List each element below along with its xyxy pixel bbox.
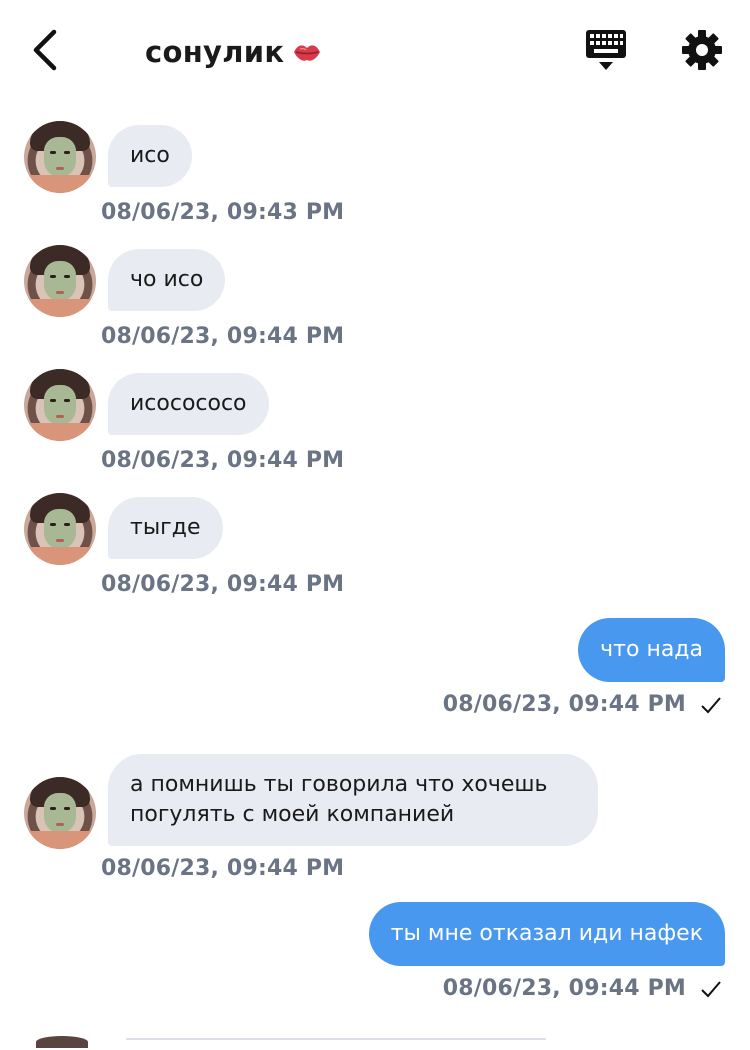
- contact-avatar[interactable]: [24, 777, 96, 849]
- checkmark-icon: [701, 980, 721, 997]
- message-text: ты мне отказал иди нафек: [390, 921, 703, 946]
- incoming-message-bubble[interactable]: а помнишь ты говорила что хочешь погулят…: [108, 754, 598, 846]
- checkmark-icon: [701, 696, 721, 713]
- message-timestamp: 08/06/23, 09:44 PM: [442, 976, 686, 1001]
- message-text: тыгде: [130, 515, 201, 540]
- message-text-line: погулять с моей компанией: [130, 802, 455, 827]
- incoming-message-bubble[interactable]: тыгде: [108, 497, 223, 559]
- keyboard-icon: [586, 30, 626, 70]
- settings-button[interactable]: [680, 28, 724, 72]
- message-timestamp: 08/06/23, 09:44 PM: [101, 856, 345, 881]
- contact-avatar[interactable]: [24, 245, 96, 317]
- outgoing-message-bubble[interactable]: ты мне отказал иди нафек: [368, 902, 725, 966]
- message-timestamp: 08/06/23, 09:44 PM: [101, 448, 345, 473]
- kiss-lips-emoji-icon: [294, 45, 321, 61]
- message-text: исо: [130, 143, 170, 168]
- message-timestamp: 08/06/23, 09:43 PM: [101, 200, 345, 225]
- message-meta: 08/06/23, 09:44 PM: [443, 976, 722, 1001]
- message-timestamp: 08/06/23, 09:44 PM: [101, 324, 345, 349]
- message-meta: 08/06/23, 09:44 PM: [443, 692, 722, 717]
- back-button[interactable]: [28, 26, 68, 74]
- message-text: чо исо: [130, 267, 204, 292]
- message-text: что нада: [600, 637, 703, 662]
- incoming-message-bubble[interactable]: чо исо: [108, 249, 226, 311]
- message-timestamp: 08/06/23, 09:44 PM: [442, 692, 686, 717]
- incoming-message-bubble[interactable]: исосососо: [108, 373, 269, 435]
- contact-avatar[interactable]: [24, 121, 96, 193]
- incoming-message-bubble[interactable]: исо: [108, 125, 192, 187]
- chat-title-group: сонулик: [145, 28, 322, 76]
- chevron-left-icon: [33, 29, 57, 71]
- contact-avatar[interactable]: [24, 369, 96, 441]
- message-text-line: а помнишь ты говорила что хочешь: [130, 772, 548, 797]
- contact-avatar[interactable]: [24, 493, 96, 565]
- chat-title: сонулик: [145, 35, 285, 69]
- chat-header: сонулик: [0, 0, 750, 100]
- message-text: исосососо: [130, 391, 247, 416]
- outgoing-message-bubble[interactable]: что нада: [578, 618, 725, 682]
- contact-avatar-partial[interactable]: [36, 1036, 88, 1048]
- message-timestamp: 08/06/23, 09:44 PM: [101, 572, 345, 597]
- incoming-message-bubble-partial[interactable]: [126, 1038, 546, 1050]
- gear-icon: [682, 30, 722, 70]
- keyboard-button[interactable]: [584, 28, 628, 74]
